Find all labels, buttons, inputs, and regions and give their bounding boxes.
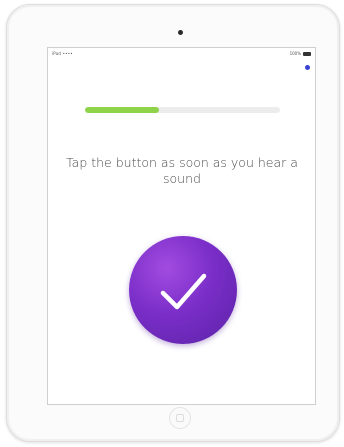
progress-bar [85, 107, 280, 113]
home-button-icon [176, 414, 184, 422]
checkmark-icon [160, 273, 207, 310]
menu-dot-icon[interactable] [305, 65, 310, 70]
tablet-frame: iPad •••• 100% Tap the button as soon as… [6, 4, 340, 442]
home-button[interactable] [169, 407, 191, 429]
instruction-text: Tap the button as soon as you hear a sou… [66, 155, 298, 186]
battery-label: 100% [289, 51, 301, 56]
status-right: 100% [290, 51, 311, 56]
carrier-label: iPad •••• [52, 51, 73, 56]
status-bar: iPad •••• 100% [48, 48, 315, 58]
app-screen: iPad •••• 100% Tap the button as soon as… [47, 47, 316, 405]
stage: iPad •••• 100% Tap the button as soon as… [0, 0, 344, 447]
battery-icon [303, 51, 311, 56]
tap-button[interactable] [129, 236, 237, 344]
progress-fill [85, 107, 160, 113]
camera-icon [178, 30, 183, 35]
